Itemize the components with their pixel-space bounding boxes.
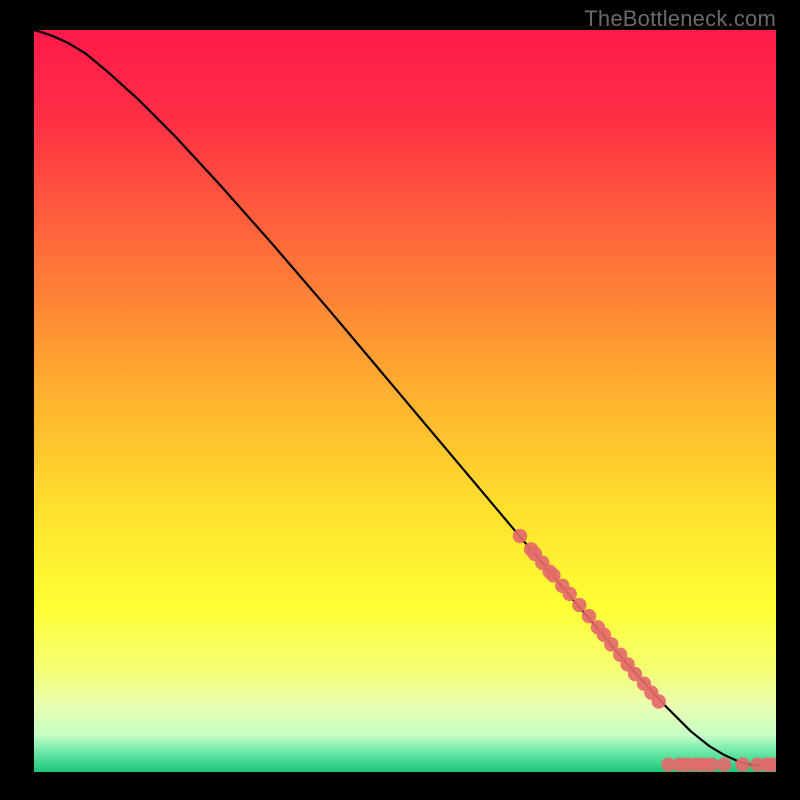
- data-point: [765, 757, 779, 771]
- chart-svg: [0, 0, 800, 800]
- data-point: [513, 529, 527, 543]
- data-point: [717, 757, 731, 771]
- data-point: [572, 598, 586, 612]
- data-point: [652, 694, 666, 708]
- watermark-text: TheBottleneck.com: [584, 6, 776, 32]
- data-point: [735, 757, 749, 771]
- chart-container: TheBottleneck.com: [0, 0, 800, 800]
- data-points-horizontal: [661, 757, 779, 771]
- data-point: [582, 609, 596, 623]
- data-point: [704, 757, 718, 771]
- data-point: [563, 587, 577, 601]
